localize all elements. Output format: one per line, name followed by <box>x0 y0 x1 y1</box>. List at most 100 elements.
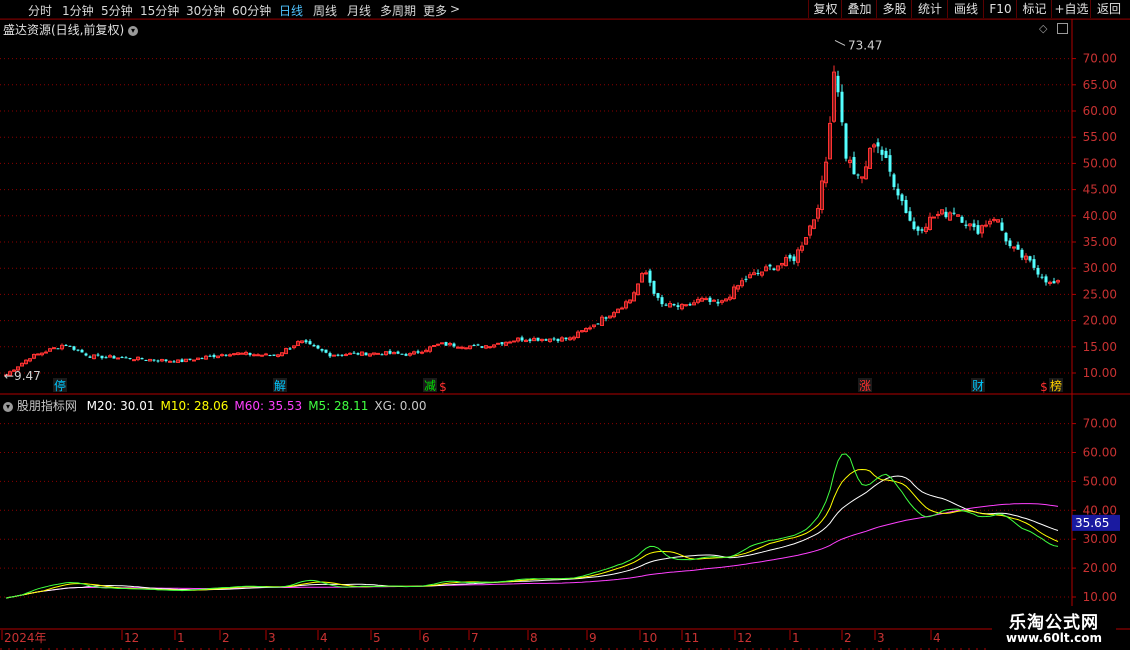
period-tab-2[interactable]: 5分钟 <box>101 2 133 19</box>
candle-body <box>64 345 68 347</box>
candle-body <box>644 272 648 275</box>
main-y-tick-label: 35.00 <box>1083 235 1117 249</box>
toolbar-button-8[interactable]: 返回 <box>1090 0 1127 18</box>
stock-chart[interactable]: 70.00 65.00 60.00 55.00 50.00 45.00 40.00 35.00… <box>0 0 1130 650</box>
candle-body <box>760 271 764 276</box>
candle-body <box>980 225 984 234</box>
candle-body <box>472 345 476 347</box>
period-tab-3[interactable]: 15分钟 <box>140 2 179 19</box>
period-tab-9[interactable]: 多周期 <box>380 2 416 19</box>
candle-body <box>684 304 688 307</box>
candle-body <box>604 317 608 319</box>
candle-body <box>944 211 948 218</box>
x-axis-label: 12 <box>737 631 752 645</box>
main-y-tick-label: 70.00 <box>1083 52 1117 66</box>
low-price-label: ←9.47 <box>4 369 41 383</box>
candle-body <box>712 299 716 302</box>
event-marker-bg <box>273 378 287 392</box>
period-tab-10[interactable]: 更多 <box>423 2 447 19</box>
candle-body <box>320 349 324 351</box>
candle-body <box>332 354 336 357</box>
candle-body <box>748 274 752 279</box>
event-marker: 减 <box>424 379 436 393</box>
toolbar-button-2[interactable]: 多股 <box>876 0 912 18</box>
event-marker-bg <box>1049 378 1063 392</box>
candle-body <box>840 91 844 123</box>
chevron-right-icon[interactable]: > <box>450 2 460 16</box>
indicator-value-m5: M5: 28.11 <box>308 399 369 413</box>
toolbar-button-3[interactable]: 统计 <box>911 0 948 18</box>
period-tab-0[interactable]: 分时 <box>28 2 52 19</box>
candle-body <box>248 352 252 355</box>
candle-body <box>540 338 544 342</box>
candle-body <box>608 315 612 319</box>
candle-body <box>532 337 536 342</box>
candle-body <box>440 342 444 345</box>
candle-body <box>732 286 736 300</box>
candle-body <box>360 351 364 356</box>
candle-body <box>120 357 124 359</box>
event-marker: 榜 <box>1050 378 1062 393</box>
candle-body <box>336 354 340 356</box>
candle-body <box>196 357 200 361</box>
toolbar-button-7[interactable]: +自选 <box>1051 0 1091 18</box>
candle-body <box>380 354 384 356</box>
candle-body <box>624 301 628 309</box>
period-tab-4[interactable]: 30分钟 <box>186 2 225 19</box>
candle-body <box>660 297 664 305</box>
chevron-down-icon[interactable]: ▾ <box>3 401 13 412</box>
candle-body <box>512 340 516 343</box>
candle-body <box>592 324 596 328</box>
candle-body <box>656 293 660 298</box>
period-tab-6[interactable]: 日线 <box>279 2 303 19</box>
indicator-y-tick-label: 30.00 <box>1083 532 1117 546</box>
candle-body <box>1008 240 1012 247</box>
toolbar-button-6[interactable]: 标记 <box>1016 0 1052 18</box>
candle-body <box>952 212 956 214</box>
period-tab-7[interactable]: 周线 <box>313 2 337 19</box>
candle-body <box>580 330 584 333</box>
x-axis-label: 11 <box>684 631 699 645</box>
chevron-down-icon[interactable]: ▾ <box>128 25 139 36</box>
candle-body <box>832 71 836 122</box>
period-tab-5[interactable]: 60分钟 <box>232 2 271 19</box>
event-marker: 财 <box>972 379 984 393</box>
candle-body <box>368 353 372 357</box>
candle-body <box>564 337 568 340</box>
main-y-tick-label: 40.00 <box>1083 209 1117 223</box>
candle-body <box>588 327 592 330</box>
toolbar-button-0[interactable]: 复权 <box>808 0 842 18</box>
diamond-icon[interactable]: ◇ <box>1039 22 1047 35</box>
main-y-tick-label: 45.00 <box>1083 183 1117 197</box>
candle-body <box>160 358 164 362</box>
candle-body <box>88 356 92 358</box>
candle-body <box>852 157 856 175</box>
candle-body <box>460 346 464 349</box>
restore-icon[interactable] <box>1057 23 1068 34</box>
ma60-line <box>5 503 1059 599</box>
candle-body <box>616 308 620 314</box>
x-axis-label: 1 <box>792 631 800 645</box>
candle-body <box>504 341 508 346</box>
candle-body <box>152 359 156 361</box>
toolbar-button-4[interactable]: 画线 <box>947 0 984 18</box>
toolbar-button-5[interactable]: F10 <box>983 0 1017 18</box>
period-tab-1[interactable]: 1分钟 <box>62 2 94 19</box>
candle-body <box>244 351 248 355</box>
period-tab-8[interactable]: 月线 <box>347 2 371 19</box>
candle-body <box>192 359 196 362</box>
candle-body <box>180 359 184 362</box>
toolbar-button-1[interactable]: 叠加 <box>841 0 877 18</box>
x-axis-label: 5 <box>373 631 381 645</box>
candle-body <box>52 347 56 350</box>
candle-body <box>940 209 944 215</box>
candle-body <box>364 352 368 356</box>
main-y-tick-label: 55.00 <box>1083 130 1117 144</box>
candle-body <box>232 353 236 356</box>
candle-body <box>392 351 396 355</box>
x-axis-label: 9 <box>589 631 597 645</box>
candle-body <box>996 219 1000 223</box>
candle-body <box>444 342 448 346</box>
candle-body <box>556 338 560 342</box>
candle-body <box>324 349 328 353</box>
